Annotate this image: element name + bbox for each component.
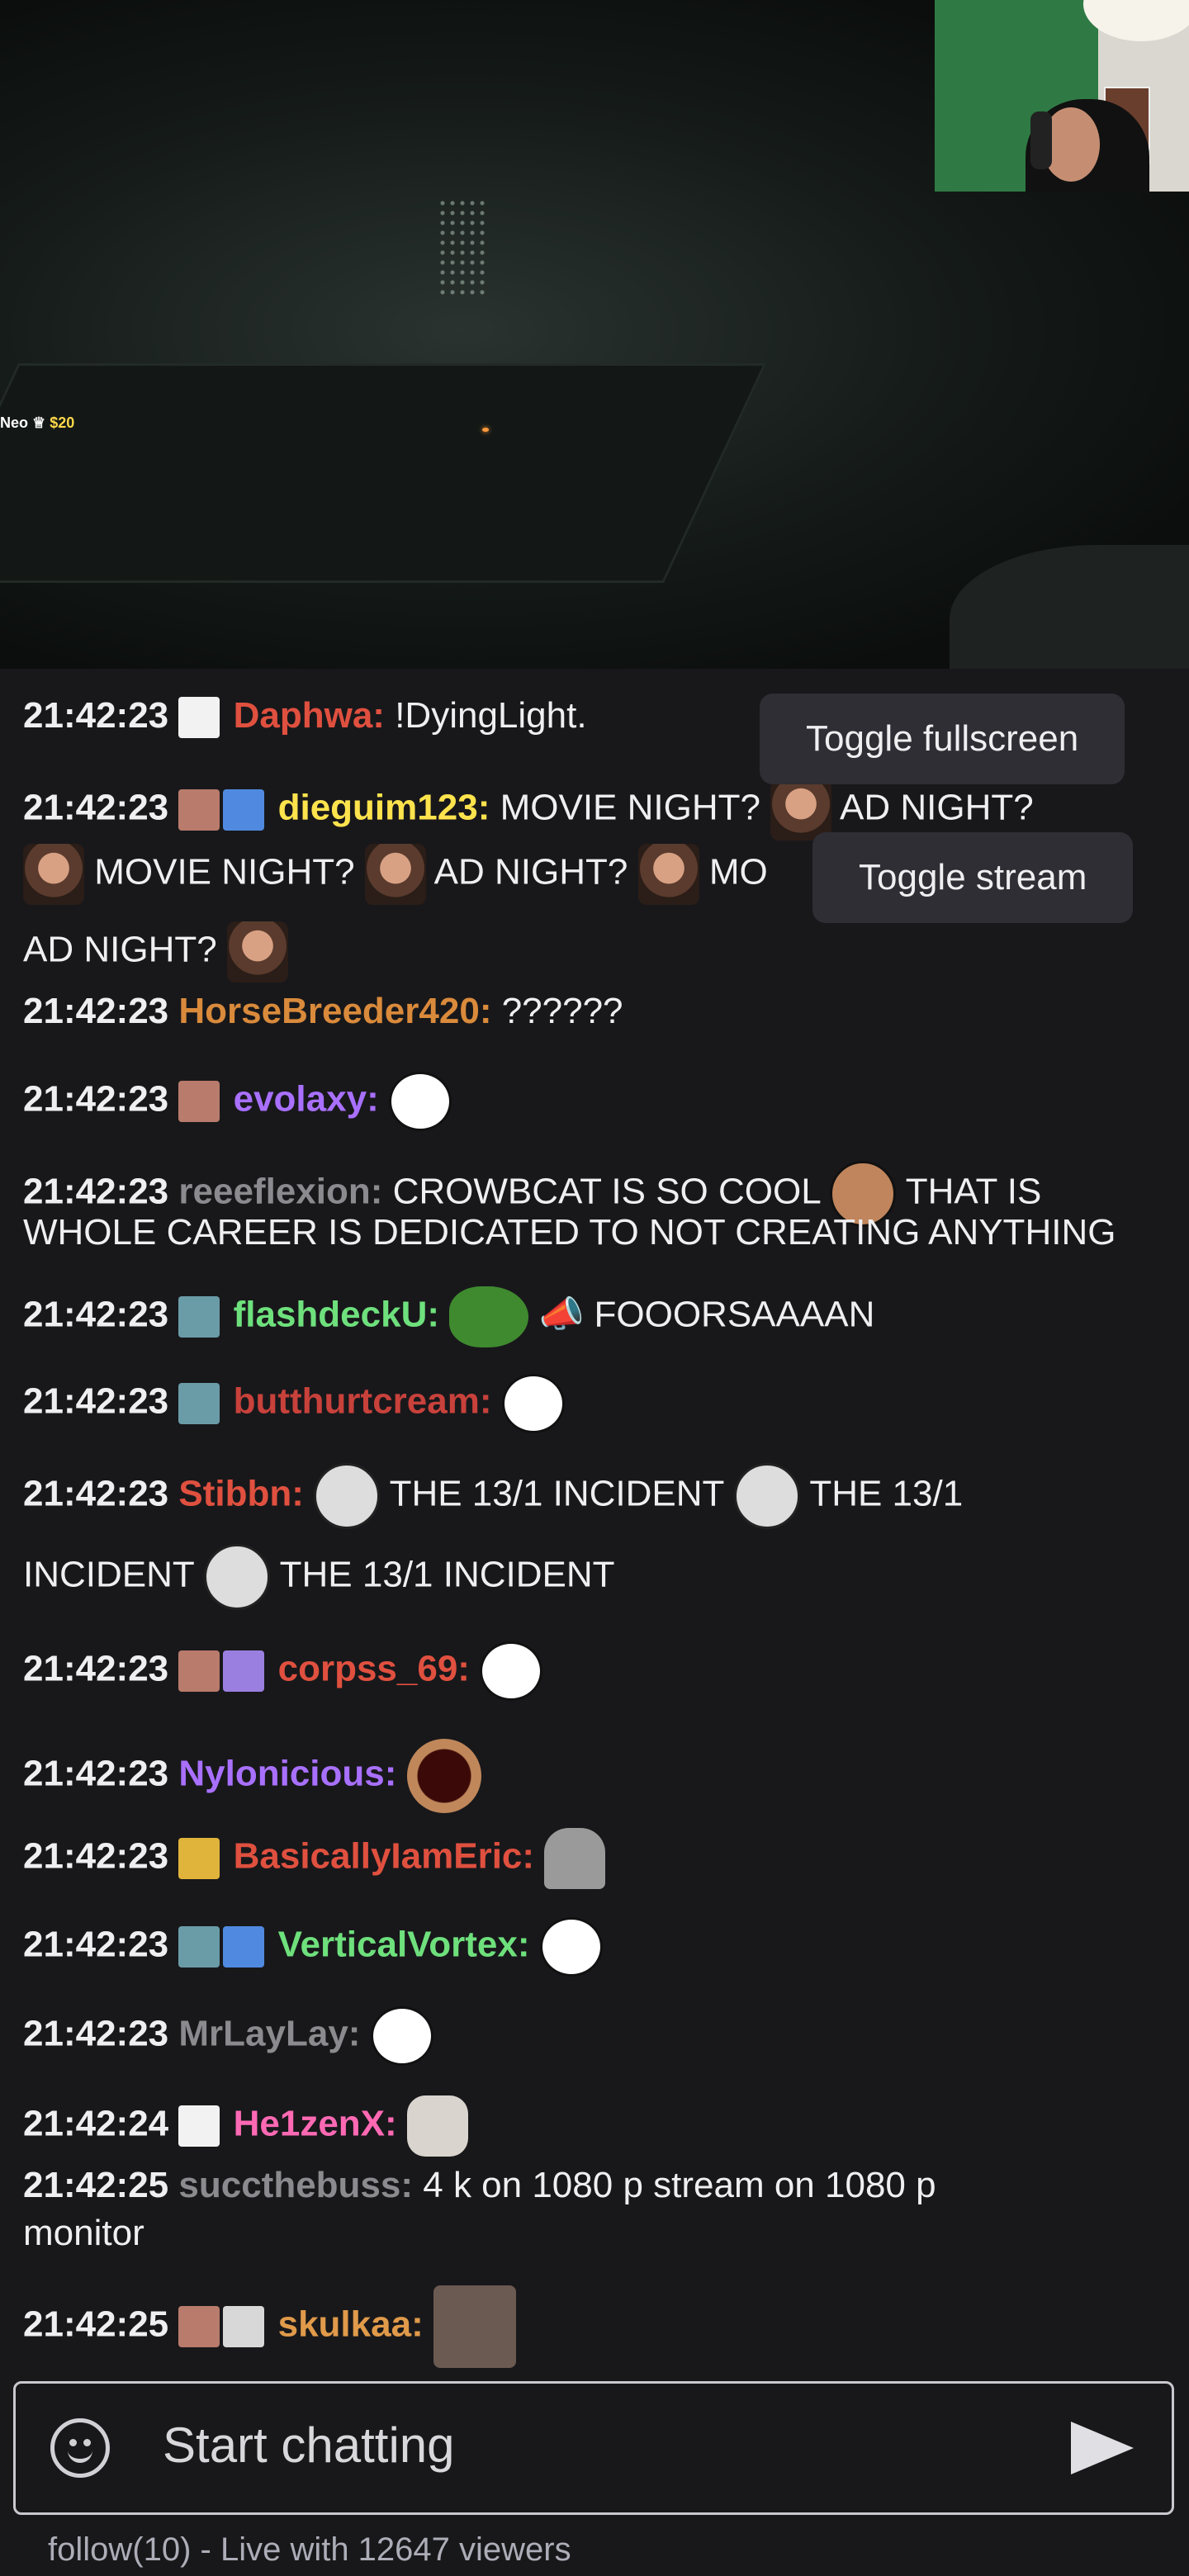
badge-icon [178,697,220,739]
forsen-emote-icon [770,779,832,841]
chat-username[interactable]: succthebuss: [178,2165,413,2205]
chat-message: 21:42:23 BasicallyIamEric: [23,1828,1171,1889]
chat-message: 21:42:25 skulkaa: [23,2285,1171,2368]
send-icon[interactable] [1071,2422,1134,2474]
chat-username[interactable]: reeeflexion: [178,1172,382,1212]
trollface-emote-icon [501,1374,565,1433]
chat-message: 21:42:23 flashdeckU: 📣 FOOORSAAAAN [23,1286,1171,1347]
toggle-fullscreen-button[interactable]: Toggle fullscreen [760,694,1125,784]
donation-alert: Neo ♕ $20 [0,414,74,432]
pepe-emote-icon [449,1286,529,1347]
badge-icon [178,2306,220,2347]
grey-face-emote-icon [406,2095,468,2157]
forsen-emote-icon [226,921,288,983]
donation-amount: $20 [50,414,75,431]
scene-ember [482,428,489,432]
trollface-emote-icon [370,2006,433,2066]
chat-username[interactable]: MrLayLay: [178,2014,360,2054]
bearded-man-emote-icon [433,2285,516,2368]
chat-message: 21:42:24 He1zenX: [23,2095,1171,2157]
chat-username[interactable]: BasicallyIamEric: [234,1836,534,1877]
chat-message: 21:42:23 butthurtcream: [23,1374,1171,1433]
chat-message-cont: monitor [23,2213,144,2253]
chat-message: 21:42:25 succthebuss: 4 k on 1080 p stre… [23,2165,936,2205]
donut-emote-icon [406,1739,481,1813]
chat-list[interactable]: 21:42:23 Daphwa: !DyingLight. 21:42:23 d… [0,669,1189,2382]
crown-icon: ♕ [32,414,46,431]
toggle-stream-button[interactable]: Toggle stream [812,832,1134,923]
chat-username[interactable]: Stibbn: [178,1474,304,1514]
badge-icon [178,1650,220,1692]
stream-status: follow(10) - Live with 12647 viewers [48,2531,571,2568]
chat-message: 21:42:23 corpss_69: [23,1641,1171,1701]
badge-icon [178,1081,220,1122]
microphone [1030,111,1052,169]
chat-message: 21:42:23 HorseBreeder420: ?????? [23,991,623,1031]
badge-icon [178,1838,220,1879]
chat-message: 21:42:23 Nylonicious: [23,1739,1171,1813]
chat-username[interactable]: skulkaa: [278,2304,424,2345]
trollface-emote-icon [388,1072,452,1131]
badge-icon [178,789,220,831]
chat-username[interactable]: VerticalVortex: [278,1925,530,1965]
chat-message-cont: WHOLE CAREER IS DEDICATED TO NOT CREATIN… [23,1212,1116,1252]
troll-emote-icon [314,1463,381,1529]
trollface-emote-icon [480,1641,543,1701]
chat-username[interactable]: evolaxy: [234,1079,379,1120]
chat-message: 21:42:23 VerticalVortex: [23,1917,1171,1977]
chat-username[interactable]: Daphwa: [234,695,385,736]
scene-lamp [438,198,487,297]
chat-message-cont: AD NIGHT? [23,921,1171,983]
troll-emote-icon [204,1544,271,1610]
chat-message: 21:42:23 evolaxy: [23,1072,1171,1131]
forsen-emote-icon [23,844,84,905]
trollface-emote-icon [539,1917,603,1977]
chat-message-cont: INCIDENT THE 13/1 INCIDENT [23,1544,1171,1610]
chat-username[interactable]: Nylonicious: [178,1754,396,1794]
troll-emote-icon [733,1463,800,1529]
crown-badge-icon [223,789,265,831]
badge-icon [178,1296,220,1338]
any-badge-icon [223,2306,265,2347]
chat-message: 21:42:23 MrLayLay: [23,2006,1171,2066]
donation-name: Neo [0,414,29,431]
chat-username[interactable]: corpss_69: [278,1649,470,1689]
chat-username[interactable]: butthurtcream: [234,1381,492,1422]
badge-icon [178,1926,220,1968]
emoji-icon[interactable] [50,2418,110,2478]
chat-input-bar: Start chatting [13,2381,1174,2515]
chat-input[interactable]: Start chatting [163,2417,455,2474]
chat-username[interactable]: flashdeckU: [234,1295,439,1335]
scene-hand [950,545,1189,669]
hooded-figure-emote-icon [544,1828,606,1889]
chat-username[interactable]: He1zenX: [234,2104,397,2144]
stream-video[interactable]: Neo ♕ $20 [0,0,1189,669]
scene-floor [0,363,767,583]
webcam-overlay [935,0,1189,192]
badge-icon [178,2105,220,2147]
forsen-emote-icon [637,844,699,905]
crown-badge-icon [223,1926,265,1968]
chat-message: 21:42:23 dieguim123: MOVIE NIGHT? AD NIG… [23,779,1171,841]
chat-username[interactable]: dieguim123: [278,788,490,828]
chat-username[interactable]: HorseBreeder420: [178,991,491,1031]
chat-message: 21:42:23 Stibbn: THE 13/1 INCIDENT THE 1… [23,1463,1171,1529]
forsen-emote-icon [364,844,426,905]
badge-icon [178,1383,220,1424]
sub-badge-icon [223,1650,265,1692]
